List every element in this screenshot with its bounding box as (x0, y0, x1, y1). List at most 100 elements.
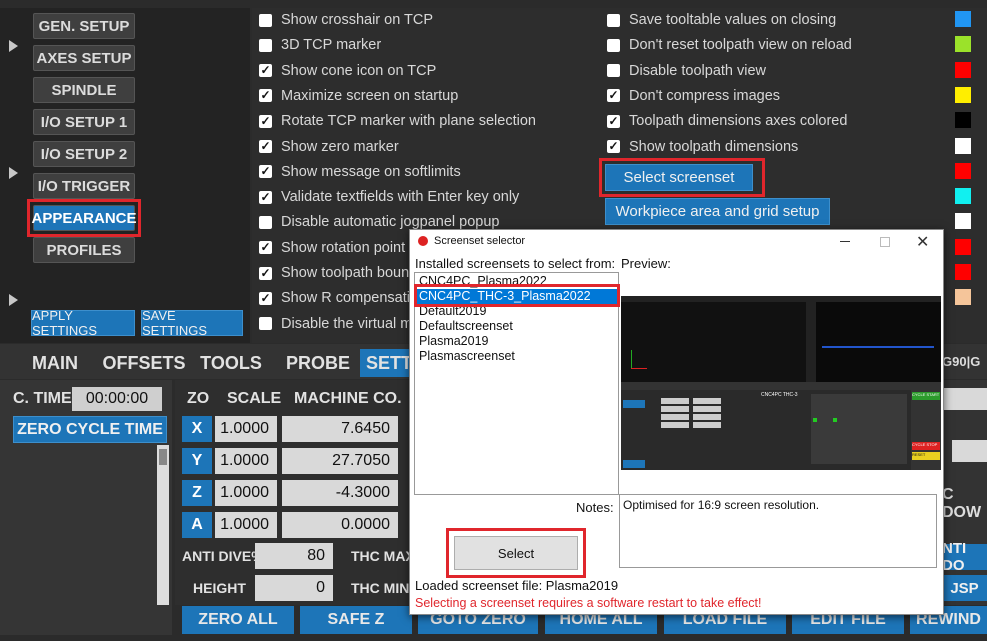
screenset-list-item[interactable]: Plasmascreenset (415, 349, 618, 364)
anti-dive-value[interactable]: 80 (255, 543, 333, 569)
nav-axes-setup[interactable]: AXES SETUP (33, 45, 135, 71)
color-swatch[interactable] (955, 289, 971, 306)
preview-plot (816, 302, 941, 382)
axis-x-scale[interactable]: 1.0000 (215, 416, 277, 442)
axis-a-button[interactable]: A (182, 512, 212, 538)
tab-tools[interactable]: TOOLS (195, 349, 267, 377)
checkbox-checked-icon[interactable]: ✓ (259, 165, 272, 179)
screenset-list-item[interactable]: Plasma2019 (415, 334, 618, 349)
scrollbar-thumb[interactable] (159, 449, 167, 465)
color-swatch[interactable] (955, 264, 971, 280)
option-label: Don't reset toolpath view on reload (629, 37, 852, 54)
installed-label: Installed screensets to select from: (415, 256, 616, 271)
checkbox-icon[interactable] (607, 13, 620, 27)
checkbox-icon[interactable] (259, 13, 272, 27)
nav-spindle[interactable]: SPINDLE (33, 77, 135, 103)
jsp-button-fragment[interactable]: JSP (942, 575, 987, 601)
axis-x-button[interactable]: X (182, 416, 212, 442)
color-swatch[interactable] (955, 188, 971, 205)
checkbox-icon[interactable] (259, 215, 272, 229)
apply-settings-button[interactable]: APPLY SETTINGS (31, 308, 135, 338)
save-settings-button[interactable]: SAVE SETTINGS (141, 308, 243, 338)
color-swatch[interactable] (955, 11, 971, 27)
nav-io-setup-2[interactable]: I/O SETUP 2 (33, 141, 135, 167)
option-row[interactable]: ✓ Show toolpath dimensions (607, 136, 798, 158)
nav-io-setup-1[interactable]: I/O SETUP 1 (33, 109, 135, 135)
axis-z-scale[interactable]: 1.0000 (215, 480, 277, 506)
checkbox-checked-icon[interactable]: ✓ (259, 291, 272, 305)
checkbox-checked-icon[interactable]: ✓ (259, 241, 272, 255)
option-row[interactable]: Disable toolpath view (607, 60, 766, 82)
option-row[interactable]: ✓ Toolpath dimensions axes colored (607, 110, 847, 132)
axis-z-button[interactable]: Z (182, 480, 212, 506)
checkbox-checked-icon[interactable]: ✓ (607, 140, 620, 153)
option-label: Show toolpath bound (281, 265, 418, 281)
nav-io-trigger[interactable]: I/O TRIGGER (33, 173, 135, 199)
select-button-highlight (446, 528, 586, 578)
expand-arrow-icon[interactable] (9, 294, 18, 306)
anti-dive-toggle-fragment[interactable]: NTI DO (942, 540, 987, 574)
option-row[interactable]: Show crosshair on TCP (259, 9, 433, 31)
maximize-icon[interactable] (880, 237, 890, 247)
expand-arrow-icon[interactable] (9, 40, 18, 52)
checkbox-icon[interactable] (607, 64, 620, 78)
preview-field (693, 398, 721, 404)
option-row[interactable]: Save tooltable values on closing (607, 9, 836, 31)
tab-probe[interactable]: PROBE (278, 349, 358, 377)
color-swatch[interactable] (955, 86, 971, 103)
color-swatch[interactable] (955, 238, 971, 255)
close-icon[interactable]: ✕ (916, 232, 929, 252)
checkbox-checked-icon[interactable]: ✓ (259, 89, 272, 103)
preview-field (693, 422, 721, 428)
tab-main[interactable]: MAIN (20, 349, 90, 377)
option-row[interactable]: ✓ Validate textfields with Enter key only (259, 186, 519, 208)
axis-a-scale[interactable]: 1.0000 (215, 512, 277, 538)
axis-y-button[interactable]: Y (182, 448, 212, 474)
nav-profiles[interactable]: PROFILES (33, 237, 135, 263)
option-row[interactable]: Don't reset toolpath view on reload (607, 34, 852, 56)
zero-cycle-time-button[interactable]: ZERO CYCLE TIME (13, 416, 167, 443)
safe-z-button[interactable]: SAFE Z (300, 606, 412, 634)
checkbox-icon[interactable] (607, 38, 620, 52)
option-label: Show R compensatio (281, 290, 419, 307)
checkbox-icon[interactable] (259, 317, 272, 331)
axis-y-scale[interactable]: 1.0000 (215, 448, 277, 474)
scrollbar[interactable] (157, 445, 169, 605)
option-row[interactable]: ✓ Show message on softlimits (259, 161, 461, 183)
option-row[interactable]: ✓ Rotate TCP marker with plane selection (259, 110, 536, 132)
zero-all-button[interactable]: ZERO ALL (182, 606, 294, 634)
checkbox-checked-icon[interactable]: ✓ (259, 140, 272, 153)
expand-arrow-icon[interactable] (9, 167, 18, 179)
option-row[interactable]: ✓ Don't compress images (607, 85, 780, 107)
color-swatch[interactable] (955, 36, 971, 53)
option-row[interactable]: ✓ Show toolpath bound (259, 262, 417, 284)
color-swatch[interactable] (955, 137, 971, 154)
color-swatch[interactable] (955, 61, 971, 78)
checkbox-checked-icon[interactable]: ✓ (259, 64, 272, 78)
checkbox-icon[interactable] (259, 38, 272, 52)
checkbox-checked-icon[interactable]: ✓ (607, 89, 620, 103)
option-row[interactable]: ✓ Show R compensatio (259, 287, 418, 309)
nav-gen-setup[interactable]: GEN. SETUP (33, 13, 135, 39)
screenset-list-item[interactable]: Defaultscreenset (415, 319, 618, 334)
color-swatch[interactable] (955, 162, 971, 179)
checkbox-checked-icon[interactable]: ✓ (259, 266, 272, 280)
notes-box: Optimised for 16:9 screen resolution. (619, 494, 937, 568)
option-row[interactable]: ✓ Show zero marker (259, 136, 399, 158)
option-row[interactable]: ✓ Maximize screen on startup (259, 85, 458, 107)
checkbox-checked-icon[interactable]: ✓ (607, 114, 620, 128)
color-swatch[interactable] (955, 213, 971, 230)
tab-offsets[interactable]: OFFSETS (100, 349, 188, 377)
option-row[interactable]: 3D TCP marker (259, 34, 381, 56)
option-row[interactable]: ✓ Show cone icon on TCP (259, 60, 436, 82)
color-swatch[interactable] (955, 112, 971, 129)
workpiece-area-button[interactable]: Workpiece area and grid setup (605, 198, 830, 225)
checkbox-checked-icon[interactable]: ✓ (259, 114, 272, 128)
option-row[interactable]: Disable the virtual m (259, 313, 412, 335)
dialog-titlebar[interactable]: Screenset selector ✕ (410, 230, 943, 254)
option-row[interactable]: ✓ Show rotation point i (259, 237, 412, 259)
checkbox-checked-icon[interactable]: ✓ (259, 190, 272, 204)
height-value[interactable]: 0 (255, 575, 333, 601)
restart-warning: Selecting a screenset requires a softwar… (415, 596, 762, 610)
minimize-icon[interactable] (840, 241, 850, 242)
